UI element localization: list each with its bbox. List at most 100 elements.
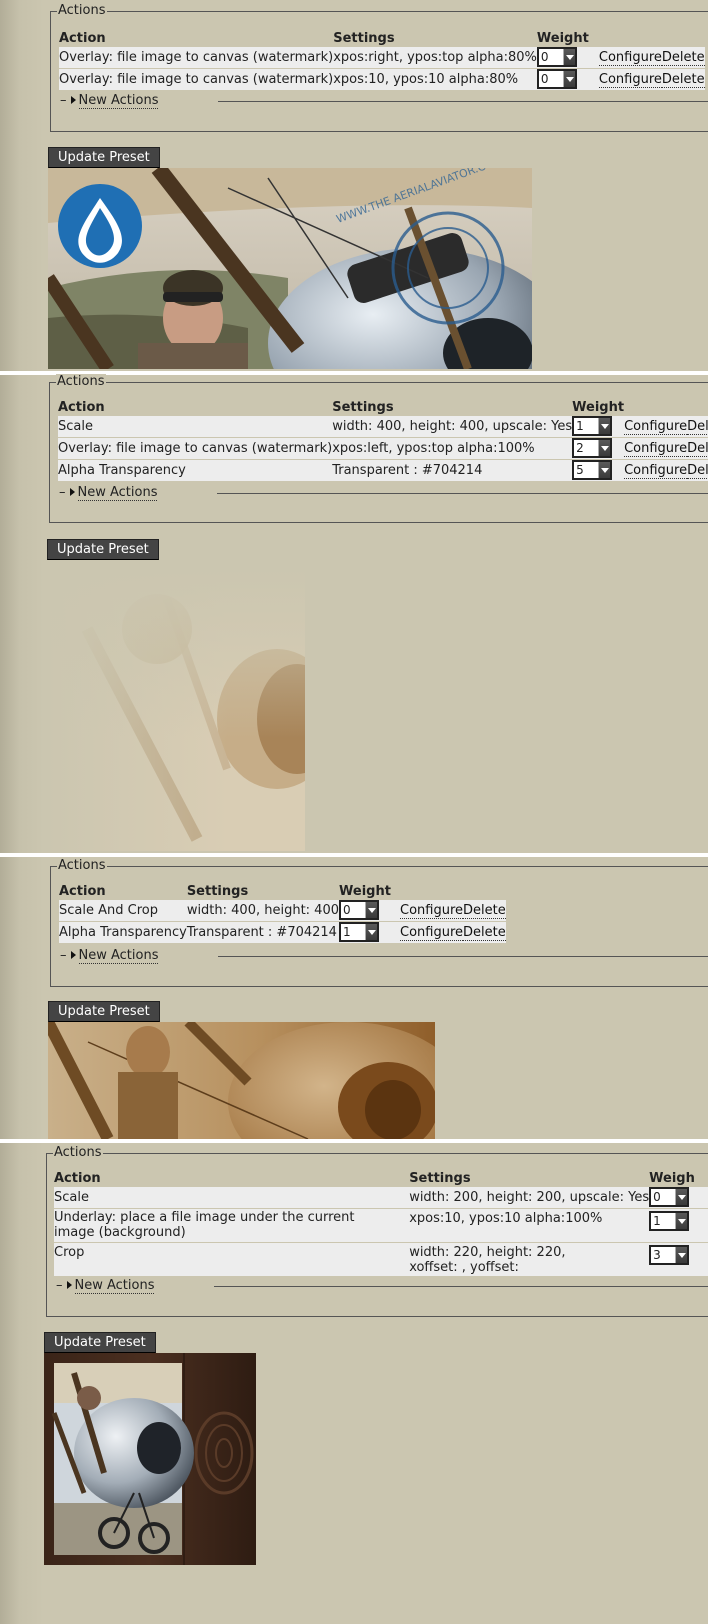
weight-value: 1 <box>653 1213 661 1228</box>
column-header-action: Action <box>54 1170 101 1186</box>
delete-link[interactable]: Delete <box>661 71 705 88</box>
table-row: Alpha Transparency Transparent : #704214… <box>59 920 506 943</box>
preview-image <box>47 569 305 851</box>
actions-legend: Actions <box>53 1145 103 1161</box>
column-header-settings: Settings <box>333 30 395 46</box>
chevron-down-icon <box>562 71 575 88</box>
weight-select[interactable]: 3 <box>649 1244 690 1265</box>
column-header-weight: Weight <box>572 399 625 415</box>
weight-select[interactable]: 1 <box>649 1210 690 1231</box>
action-settings-text: width: 220, height: 220, xoffset: , yoff… <box>409 1244 566 1275</box>
delete-link[interactable]: Dele <box>687 418 708 435</box>
chevron-down-icon <box>598 462 611 479</box>
configure-link[interactable]: Configure <box>598 49 662 66</box>
new-actions-toggle[interactable]: – New Actions <box>60 948 708 964</box>
action-settings: width: 220, height: 220, xoffset: , yoff… <box>409 1241 650 1276</box>
actions-table: Action Settings Weight Scale width: 400,… <box>58 395 708 481</box>
new-actions-toggle[interactable]: – New Actions <box>56 1278 708 1294</box>
triangle-right-icon <box>69 488 75 496</box>
update-preset-button[interactable]: Update Preset <box>48 147 160 168</box>
preset-panel-scale-crop: Actions Action Settings Weight Scale And… <box>0 857 708 1139</box>
table-row: Alpha Transparency Transparent : #704214… <box>58 458 708 481</box>
action-settings: Transparent : #704214 <box>332 458 573 481</box>
update-preset-button[interactable]: Update Preset <box>44 1332 156 1353</box>
action-name: Crop <box>54 1241 410 1276</box>
chevron-down-icon <box>562 49 575 65</box>
table-header-row: Action Settings Weigh <box>54 1166 708 1186</box>
weight-value: 5 <box>576 463 584 478</box>
table-row: Underlay: place a file image under the c… <box>54 1207 708 1242</box>
chevron-down-icon <box>365 924 377 941</box>
delete-link[interactable]: Delete <box>463 924 506 941</box>
preview-image <box>44 1353 256 1565</box>
update-preset-button[interactable]: Update Preset <box>47 539 159 560</box>
action-name: Alpha Transparency <box>59 920 187 943</box>
delete-link[interactable]: Dele <box>687 440 708 457</box>
weight-select[interactable]: 0 <box>536 47 577 67</box>
weight-select[interactable]: 2 <box>572 438 613 458</box>
column-header-settings: Settings <box>186 883 249 899</box>
column-header-weight: Weigh <box>649 1170 695 1186</box>
action-settings: width: 200, height: 200, upscale: Yes <box>409 1185 650 1208</box>
weight-select[interactable]: 5 <box>572 460 613 481</box>
weight-select[interactable]: 0 <box>536 69 577 90</box>
new-actions-label: New Actions <box>77 485 158 501</box>
table-header-row: Action Settings Weight <box>58 395 708 415</box>
delete-link[interactable]: Delete <box>661 49 705 66</box>
actions-table: Action Settings Weight Scale And Crop wi… <box>59 879 506 943</box>
action-name-text: Underlay: place a file image under the c… <box>54 1210 355 1240</box>
actions-legend: Actions <box>57 858 107 874</box>
delete-link[interactable]: Delete <box>463 902 506 919</box>
table-row: Crop width: 220, height: 220, xoffset: ,… <box>54 1241 708 1276</box>
table-row: Scale width: 200, height: 200, upscale: … <box>54 1185 708 1208</box>
table-row: Scale width: 400, height: 400, upscale: … <box>58 414 708 437</box>
action-name: Overlay: file image to canvas (watermark… <box>58 436 333 459</box>
action-name: Scale <box>54 1185 410 1208</box>
column-header-settings: Settings <box>332 399 394 415</box>
column-header-action: Action <box>59 30 106 46</box>
configure-link[interactable]: Configure <box>624 462 688 479</box>
weight-select[interactable]: 1 <box>572 416 613 436</box>
new-actions-label: New Actions <box>74 1278 155 1294</box>
actions-legend: Actions <box>57 3 107 19</box>
new-actions-label: New Actions <box>78 948 159 964</box>
weight-select[interactable]: 1 <box>339 922 379 943</box>
weight-value: 0 <box>540 72 549 87</box>
actions-table: Action Settings Weight Overlay: file ima… <box>59 26 705 90</box>
configure-link[interactable]: Configure <box>624 418 688 435</box>
table-row: Overlay: file image to canvas (watermark… <box>58 436 708 459</box>
column-header-action: Action <box>59 883 106 899</box>
actions-table: Action Settings Weigh Scale width: 200, … <box>54 1166 708 1276</box>
weight-select[interactable]: 0 <box>339 900 379 920</box>
action-name: Underlay: place a file image under the c… <box>54 1207 410 1242</box>
table-row: Overlay: file image to canvas (watermark… <box>59 67 705 90</box>
triangle-right-icon <box>66 1281 72 1289</box>
delete-link[interactable]: Dele <box>687 462 708 479</box>
action-name: Scale <box>58 414 333 437</box>
chevron-down-icon <box>675 1189 688 1205</box>
weight-select[interactable]: 0 <box>649 1187 690 1207</box>
weight-value: 1 <box>576 419 584 433</box>
new-actions-toggle[interactable]: – New Actions <box>60 93 708 109</box>
weight-value: 3 <box>653 1247 661 1262</box>
table-row: Scale And Crop width: 400, height: 400 0… <box>59 898 506 921</box>
action-name: Overlay: file image to canvas (watermark… <box>59 45 334 68</box>
configure-link[interactable]: Configure <box>400 924 464 941</box>
chevron-down-icon <box>675 1246 688 1263</box>
actions-legend: Actions <box>56 374 106 390</box>
configure-link[interactable]: Configure <box>400 902 464 919</box>
action-settings: xpos:right, ypos:top alpha:80% <box>333 45 537 68</box>
table-header-row: Action Settings Weight <box>59 26 705 46</box>
new-actions-toggle[interactable]: – New Actions <box>59 485 708 501</box>
weight-value: 0 <box>653 1190 661 1204</box>
update-preset-button[interactable]: Update Preset <box>48 1001 160 1022</box>
column-header-weight: Weight <box>536 30 589 46</box>
column-header-action: Action <box>58 399 105 415</box>
action-name: Scale And Crop <box>59 898 187 921</box>
weight-value: 2 <box>576 441 584 455</box>
chevron-down-icon <box>365 902 377 918</box>
configure-link[interactable]: Configure <box>598 71 662 88</box>
configure-link[interactable]: Configure <box>624 440 688 457</box>
action-name: Alpha Transparency <box>58 458 333 481</box>
preset-panel-underlay: Actions Action Settings Weigh Scale widt… <box>0 1143 708 1624</box>
